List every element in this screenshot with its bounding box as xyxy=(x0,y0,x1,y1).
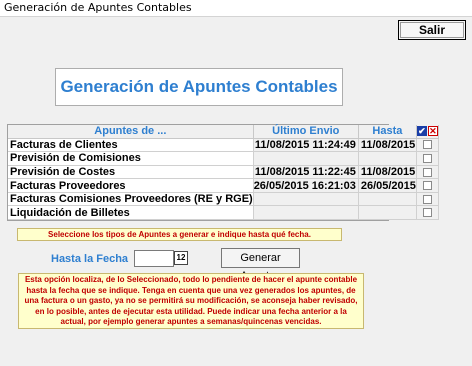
generar-apuntes-button[interactable]: Generar Apuntes xyxy=(221,248,300,282)
row-checkbox[interactable] xyxy=(422,208,432,218)
table-row[interactable]: Facturas de Clientes 11/08/2015 11:24:49… xyxy=(8,138,439,153)
row-name: Previsión de Costes xyxy=(8,165,254,180)
row-checkbox[interactable] xyxy=(422,167,432,177)
apuntes-grid: Apuntes de ... Último Envio Hasta ✔ ✕ Fa… xyxy=(7,124,439,221)
row-ultimo-envio: 26/05/2015 16:21:03 xyxy=(253,178,359,193)
row-hasta: 11/08/2015 xyxy=(358,138,417,153)
generar-label-prefix: Generar xyxy=(240,252,281,264)
row-ultimo-envio xyxy=(253,192,359,207)
hasta-fecha-input[interactable] xyxy=(134,250,174,267)
row-name: Facturas Comisiones Proveedores (RE y RG… xyxy=(8,192,254,207)
row-ultimo-envio: 11/08/2015 11:22:45 xyxy=(253,165,359,180)
info-line: Esta opción localiza, de lo Seleccionado… xyxy=(24,275,358,284)
salir-button[interactable]: Salir xyxy=(398,20,466,40)
row-hasta xyxy=(358,151,417,166)
row-hasta xyxy=(358,205,417,221)
row-checkbox[interactable] xyxy=(422,181,432,191)
window-title: Generación de Apuntes Contables xyxy=(4,1,192,14)
column-header-apuntes: Apuntes de ... xyxy=(8,125,254,139)
select-all-icon[interactable]: ✔ xyxy=(416,126,427,137)
row-ultimo-envio xyxy=(253,205,359,221)
row-name: Facturas de Clientes xyxy=(8,138,254,153)
table-row[interactable]: Liquidación de Billetes xyxy=(8,205,439,221)
table-row[interactable]: Previsión de Comisiones xyxy=(8,151,439,166)
row-checkbox[interactable] xyxy=(422,140,432,150)
info-line: una factura o un gasto, ya no se permiti… xyxy=(24,296,358,306)
info-line: en lo posible, antes de ejecutar esta ut… xyxy=(35,306,347,316)
info-note: Esta opción localiza, de lo Seleccionado… xyxy=(18,273,364,329)
title-bar: Generación de Apuntes Contables xyxy=(0,0,472,17)
row-ultimo-envio xyxy=(253,151,359,166)
row-name: Previsión de Comisiones xyxy=(8,151,254,166)
table-row[interactable]: Previsión de Costes 11/08/2015 11:22:45 … xyxy=(8,165,439,180)
column-header-hasta: Hasta xyxy=(358,125,417,139)
info-line: actual, por ejemplo generar apuntes a se… xyxy=(60,317,322,327)
row-ultimo-envio: 11/08/2015 11:24:49 xyxy=(253,138,359,153)
row-hasta: 26/05/2015 xyxy=(358,178,417,193)
row-hasta: 11/08/2015 xyxy=(358,165,417,180)
hasta-fecha-label: Hasta la Fecha xyxy=(51,253,129,265)
deselect-all-icon[interactable]: ✕ xyxy=(427,126,438,137)
table-row[interactable]: Facturas Proveedores 26/05/2015 16:21:03… xyxy=(8,178,439,193)
row-checkbox[interactable] xyxy=(422,194,432,204)
table-row[interactable]: Facturas Comisiones Proveedores (RE y RG… xyxy=(8,192,439,207)
row-checkbox[interactable] xyxy=(422,153,432,163)
select-hint-note: Seleccione los tipos de Apuntes a genera… xyxy=(17,228,342,241)
row-name: Facturas Proveedores xyxy=(8,178,254,193)
info-line: hasta la fecha que se indique. Tenga en … xyxy=(26,285,356,295)
row-hasta xyxy=(358,192,417,207)
column-header-select: ✔ ✕ xyxy=(416,125,439,139)
column-header-ultimo-envio: Último Envio xyxy=(253,125,359,139)
page-title: Generación de Apuntes Contables xyxy=(55,68,343,106)
row-name: Liquidación de Billetes xyxy=(8,205,254,221)
calendar-icon[interactable]: 12 xyxy=(174,251,188,265)
